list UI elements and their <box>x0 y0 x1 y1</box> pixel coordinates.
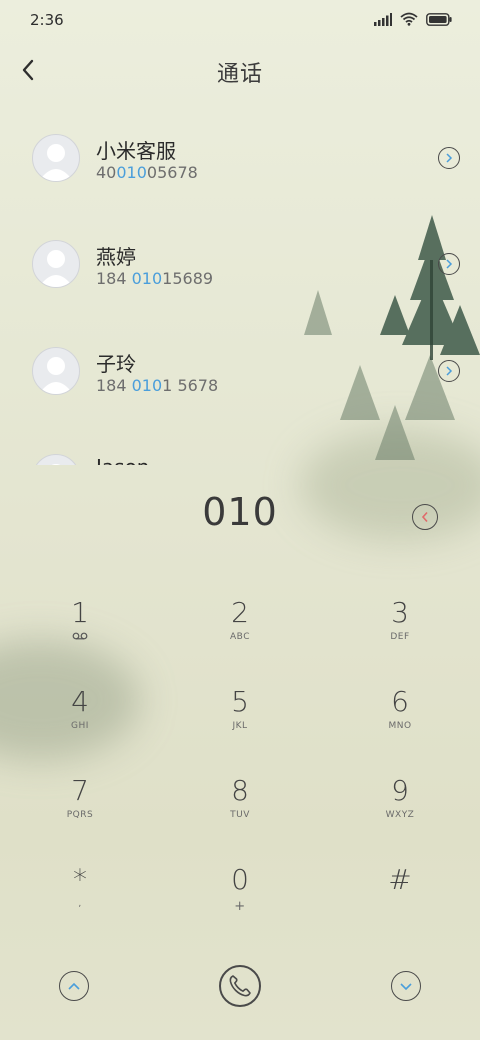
contact-number: 4001005678 <box>96 163 198 182</box>
phone-icon <box>229 975 251 997</box>
key-digit: 7 <box>71 774 89 807</box>
chevron-right-icon <box>446 366 453 376</box>
key-digit: 4 <box>71 685 89 718</box>
hide-keypad-button[interactable] <box>391 971 421 1001</box>
key-letters: PQRS <box>66 810 94 820</box>
battery-icon <box>426 12 452 26</box>
contact-item[interactable]: 燕婷 184 01015689 <box>0 210 480 316</box>
voicemail-icon <box>20 632 140 644</box>
chevron-right-icon <box>446 153 453 163</box>
expand-list-button[interactable] <box>59 971 89 1001</box>
backspace-icon <box>421 511 428 523</box>
key-1[interactable]: 1 <box>20 572 140 652</box>
key-letters: ABC <box>230 632 250 642</box>
key-letters: WXYZ <box>385 810 415 820</box>
avatar <box>32 240 80 288</box>
key-digit: 0 <box>231 863 249 896</box>
call-button[interactable] <box>219 965 261 1007</box>
contact-item[interactable]: 子玲 184 0101 5678 <box>0 317 480 423</box>
status-bar: 2:36 <box>0 0 480 40</box>
dial-display: 010 <box>0 466 480 562</box>
avatar <box>32 134 80 182</box>
key-letters: JKL <box>232 721 248 731</box>
key-7[interactable]: 7 PQRS <box>20 750 140 830</box>
key-digit: 5 <box>231 685 249 718</box>
contact-name: 燕婷 <box>96 245 136 269</box>
header: 通话 <box>0 40 480 102</box>
key-8[interactable]: 8 TUV <box>180 750 300 830</box>
key-letters: , <box>78 899 82 909</box>
contact-detail-button[interactable] <box>438 253 460 275</box>
key-letters: DEF <box>390 632 410 642</box>
key-star[interactable]: * , <box>20 839 140 919</box>
wifi-icon <box>400 12 418 26</box>
key-digit: 2 <box>231 596 249 629</box>
key-digit: # <box>388 863 412 896</box>
signal-icon <box>374 12 392 26</box>
chevron-right-icon <box>446 259 453 269</box>
key-digit: 1 <box>71 596 89 629</box>
contact-detail-button[interactable] <box>438 360 460 382</box>
key-letters: TUV <box>230 810 250 820</box>
status-time: 2:36 <box>30 11 64 29</box>
contact-name: Jason <box>96 455 150 465</box>
dialed-number[interactable]: 010 <box>0 490 480 534</box>
key-digit: 6 <box>391 685 409 718</box>
key-letters: MNO <box>388 721 412 731</box>
contact-item[interactable]: 小米客服 4001005678 <box>0 104 480 210</box>
key-3[interactable]: 3 DEF <box>340 572 460 652</box>
avatar <box>32 454 80 465</box>
avatar <box>32 347 80 395</box>
bottom-bar <box>0 950 480 1030</box>
key-digit: * <box>73 863 87 896</box>
contact-name: 子玲 <box>96 352 136 376</box>
key-6[interactable]: 6 MNO <box>340 661 460 741</box>
key-2[interactable]: 2 ABC <box>180 572 300 652</box>
chevron-up-icon <box>68 982 80 990</box>
key-5[interactable]: 5 JKL <box>180 661 300 741</box>
contact-item[interactable]: Jason <box>0 424 480 465</box>
contact-name: 小米客服 <box>96 139 176 163</box>
contact-list: 小米客服 4001005678 燕婷 184 01015689 子玲 184 0… <box>0 104 480 465</box>
contact-detail-button[interactable] <box>438 147 460 169</box>
key-digit: 8 <box>231 774 249 807</box>
key-letters <box>340 899 460 911</box>
key-4[interactable]: 4 GHI <box>20 661 140 741</box>
chevron-down-icon <box>400 982 412 990</box>
key-letters: + <box>234 899 246 914</box>
key-hash[interactable]: # <box>340 839 460 919</box>
key-9[interactable]: 9 WXYZ <box>340 750 460 830</box>
key-digit: 9 <box>391 774 409 807</box>
key-letters: GHI <box>71 721 89 731</box>
key-0[interactable]: 0 + <box>180 839 300 919</box>
contact-number: 184 01015689 <box>96 269 214 288</box>
contact-number: 184 0101 5678 <box>96 376 219 395</box>
keypad: 1 2 ABC 3 DEF 4 GHI 5 JKL 6 MNO 7 PQRS 8… <box>0 572 480 932</box>
key-digit: 3 <box>391 596 409 629</box>
delete-button[interactable] <box>412 504 438 530</box>
page-title: 通话 <box>216 62 263 87</box>
status-icons <box>374 12 452 26</box>
